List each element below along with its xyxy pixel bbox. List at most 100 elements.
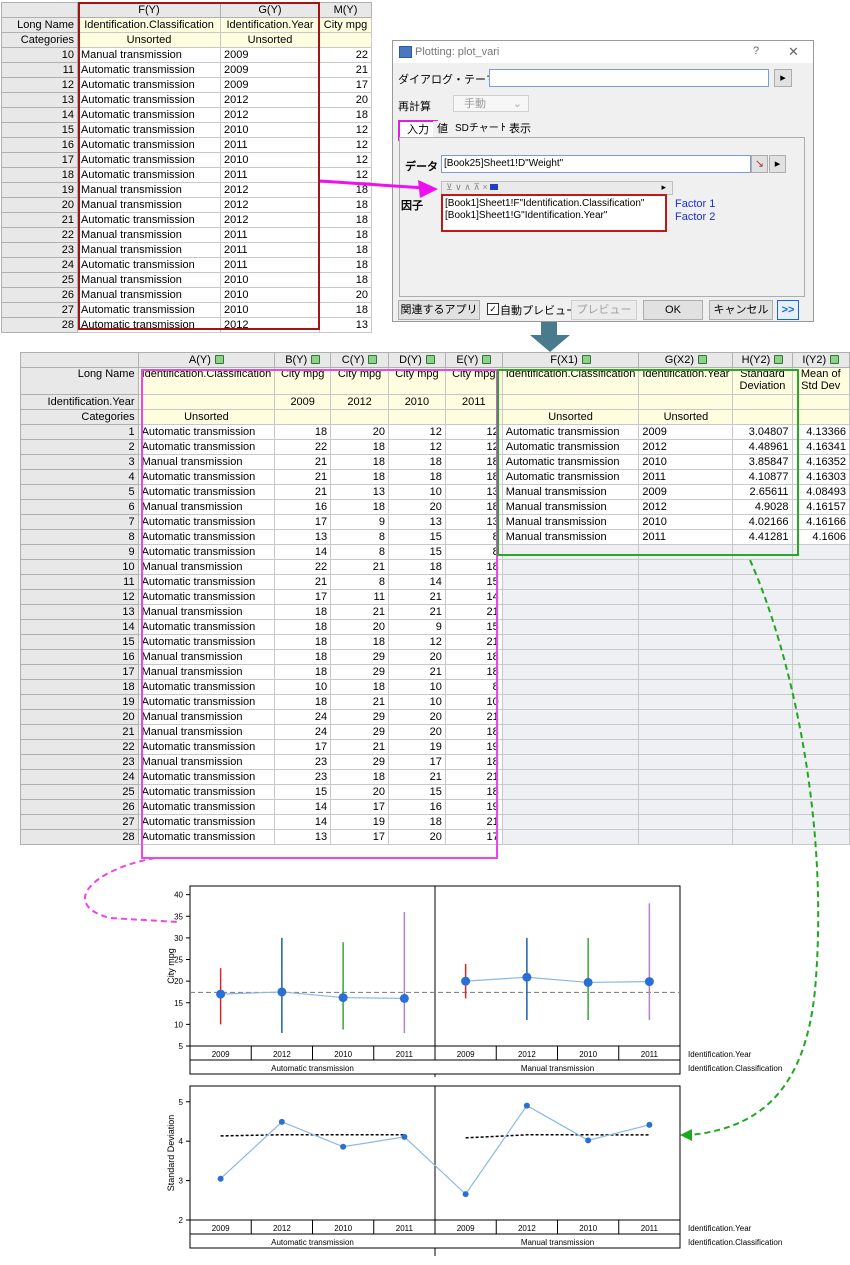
row-number[interactable]: 23 (1, 242, 78, 258)
factor-list[interactable]: [Book1]Sheet1!F"Identification.Classific… (441, 194, 667, 232)
row-number[interactable]: 2 (20, 439, 139, 455)
empty-cell[interactable] (732, 739, 793, 755)
empty-cell[interactable] (732, 694, 793, 710)
row-number[interactable]: 18 (1, 167, 78, 183)
empty-cell[interactable] (638, 754, 734, 770)
empty-cell[interactable] (732, 619, 793, 635)
row-label-categories[interactable]: Categories (1, 32, 78, 48)
row-number[interactable]: 26 (1, 287, 78, 303)
table-cell[interactable]: 20 (319, 92, 372, 108)
row-label-year[interactable]: Identification.Year (20, 394, 139, 410)
empty-cell[interactable] (501, 619, 640, 635)
long-name-cell[interactable]: Mean of Std Dev (791, 367, 850, 395)
empty-cell[interactable] (732, 574, 793, 590)
column-header[interactable]: H(Y2) (732, 352, 793, 368)
row-number[interactable]: 8 (20, 529, 139, 545)
categories-cell[interactable] (319, 32, 372, 48)
corner-cell[interactable] (20, 352, 139, 368)
row-number[interactable]: 19 (20, 694, 139, 710)
row-number[interactable]: 7 (20, 514, 139, 530)
year-cell[interactable] (791, 394, 850, 410)
empty-cell[interactable] (638, 784, 734, 800)
color-icon[interactable] (490, 184, 499, 190)
row-number[interactable]: 16 (20, 649, 139, 665)
row-label-long-name[interactable]: Long Name (20, 367, 139, 395)
row-number[interactable]: 25 (20, 784, 139, 800)
row-number[interactable]: 6 (20, 499, 139, 515)
column-header[interactable]: C(Y) (330, 352, 389, 368)
empty-cell[interactable] (791, 589, 850, 605)
empty-cell[interactable] (501, 634, 640, 650)
empty-cell[interactable] (791, 544, 850, 560)
empty-cell[interactable] (791, 694, 850, 710)
empty-cell[interactable] (501, 799, 640, 815)
row-number[interactable]: 20 (1, 197, 78, 213)
lock-icon[interactable] (214, 354, 224, 364)
empty-cell[interactable] (501, 829, 640, 845)
empty-cell[interactable] (501, 739, 640, 755)
empty-cell[interactable] (638, 619, 734, 635)
result-cell[interactable]: 4.13366 (791, 424, 850, 440)
empty-cell[interactable] (501, 814, 640, 830)
row-number[interactable]: 27 (20, 814, 139, 830)
empty-cell[interactable] (732, 754, 793, 770)
row-number[interactable]: 19 (1, 182, 78, 198)
empty-cell[interactable] (732, 679, 793, 695)
row-number[interactable]: 13 (1, 92, 78, 108)
row-number[interactable]: 25 (1, 272, 78, 288)
row-number[interactable]: 1 (20, 424, 139, 440)
empty-cell[interactable] (501, 769, 640, 785)
empty-cell[interactable] (791, 649, 850, 665)
related-apps-button[interactable]: 関連するアプリ (398, 300, 480, 320)
empty-cell[interactable] (791, 799, 850, 815)
empty-cell[interactable] (638, 634, 734, 650)
expand-icon[interactable]: ▸ (661, 182, 666, 193)
result-cell[interactable]: 4.16166 (791, 514, 850, 530)
row-number[interactable]: 20 (20, 709, 139, 725)
lock-icon[interactable] (698, 354, 708, 364)
expand-button[interactable]: >> (777, 300, 799, 320)
column-header[interactable]: M(Y) (319, 2, 372, 18)
empty-cell[interactable] (732, 709, 793, 725)
result-cell[interactable]: 4.08493 (791, 484, 850, 500)
help-button[interactable]: ? (753, 45, 759, 57)
row-number[interactable]: 23 (20, 754, 139, 770)
empty-cell[interactable] (732, 589, 793, 605)
table-cell[interactable]: 22 (319, 47, 372, 63)
row-number[interactable]: 9 (20, 544, 139, 560)
row-number[interactable]: 10 (1, 47, 78, 63)
row-number[interactable]: 14 (20, 619, 139, 635)
empty-cell[interactable] (791, 634, 850, 650)
row-number[interactable]: 10 (20, 559, 139, 575)
empty-cell[interactable] (638, 604, 734, 620)
empty-cell[interactable] (791, 604, 850, 620)
empty-cell[interactable] (791, 829, 850, 845)
auto-preview-checkbox[interactable]: ✓ (487, 303, 499, 315)
data-menu-button[interactable]: ▸ (769, 155, 786, 173)
table-cell[interactable]: 17 (319, 77, 372, 93)
row-label-long-name[interactable]: Long Name (1, 17, 78, 33)
lock-icon[interactable] (368, 354, 378, 364)
lock-icon[interactable] (311, 354, 321, 364)
empty-cell[interactable] (501, 574, 640, 590)
empty-cell[interactable] (791, 574, 850, 590)
table-cell[interactable]: 21 (319, 62, 372, 78)
row-number[interactable]: 21 (20, 724, 139, 740)
tab-display[interactable]: 表示 (505, 121, 535, 137)
empty-cell[interactable] (501, 679, 640, 695)
row-number[interactable]: 18 (20, 679, 139, 695)
corner-cell[interactable] (1, 2, 78, 18)
result-cell[interactable]: 4.16157 (791, 499, 850, 515)
empty-cell[interactable] (638, 829, 734, 845)
empty-cell[interactable] (732, 649, 793, 665)
empty-cell[interactable] (732, 559, 793, 575)
empty-cell[interactable] (732, 724, 793, 740)
empty-cell[interactable] (638, 649, 734, 665)
lock-icon[interactable] (830, 354, 840, 364)
ok-button[interactable]: OK (643, 300, 703, 320)
empty-cell[interactable] (791, 814, 850, 830)
delete-icon[interactable]: × (482, 182, 487, 192)
empty-cell[interactable] (732, 634, 793, 650)
empty-cell[interactable] (501, 664, 640, 680)
row-number[interactable]: 28 (20, 829, 139, 845)
